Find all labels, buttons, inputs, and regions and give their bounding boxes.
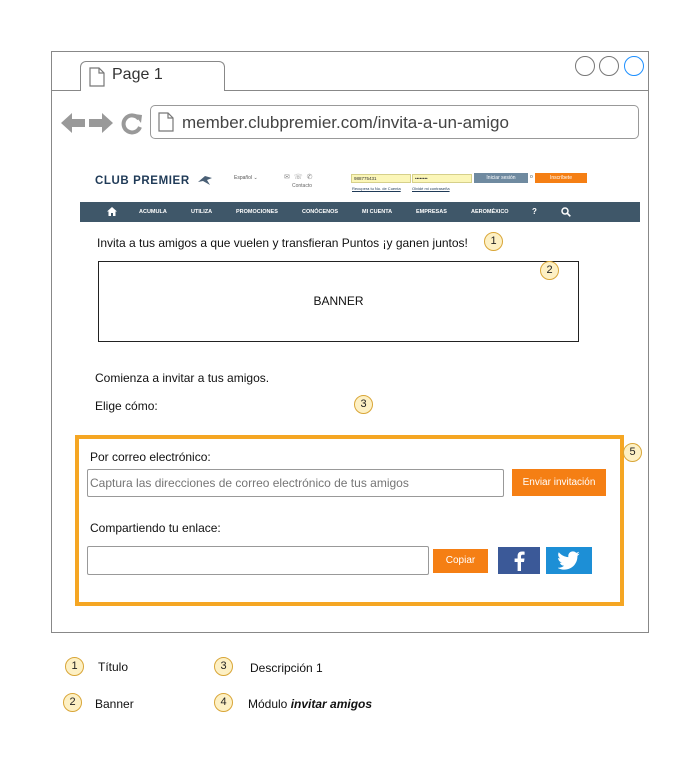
document-icon bbox=[89, 67, 105, 87]
nav-acumula[interactable]: ACUMULA bbox=[139, 202, 167, 222]
forward-arrow-icon[interactable] bbox=[88, 112, 114, 134]
legend-badge-1: 1 bbox=[65, 657, 84, 676]
main-navigation: ACUMULA UTILIZA PROMOCIONES CONÓCENOS MI… bbox=[80, 202, 640, 222]
legend-label-1: Título bbox=[98, 660, 129, 674]
nav-aeromexico[interactable]: AEROMÉXICO bbox=[471, 202, 509, 222]
banner-label: BANNER bbox=[313, 294, 364, 308]
friends-email-input[interactable] bbox=[87, 469, 504, 497]
url-text: member.clubpremier.com/invita-a-un-amigo bbox=[182, 113, 509, 132]
send-invitation-button[interactable]: Enviar invitación bbox=[512, 469, 606, 496]
annotation-badge-3: 3 bbox=[354, 395, 373, 414]
forgot-password-link[interactable]: Olvidé mi contraseña bbox=[412, 186, 450, 191]
login-button[interactable]: Iniciar sesión bbox=[474, 173, 528, 183]
document-icon bbox=[158, 112, 174, 132]
search-icon[interactable] bbox=[561, 207, 571, 217]
legend-label-2: Banner bbox=[95, 697, 134, 711]
nav-conocenos[interactable]: CONÓCENOS bbox=[302, 202, 338, 222]
club-premier-logo[interactable]: CLUB PREMIER bbox=[95, 175, 190, 187]
window-control-minimize[interactable] bbox=[575, 56, 595, 76]
legend-badge-3: 3 bbox=[214, 657, 233, 676]
reload-icon[interactable] bbox=[121, 113, 143, 135]
home-icon[interactable] bbox=[107, 207, 117, 216]
legend-label-3: Descripción 1 bbox=[250, 661, 323, 675]
copy-link-button[interactable]: Copiar bbox=[433, 549, 488, 573]
address-bar[interactable]: member.clubpremier.com/invita-a-un-amigo bbox=[150, 105, 639, 139]
contact-icons[interactable]: ✉☏✆ bbox=[284, 173, 316, 181]
page-title: Invita a tus amigos a que vuelen y trans… bbox=[97, 236, 468, 250]
language-selector[interactable]: Español ⌄ bbox=[234, 175, 258, 181]
tab-title: Page 1 bbox=[112, 66, 163, 83]
email-section-label: Por correo electrónico: bbox=[90, 450, 211, 464]
contact-link[interactable]: Contacto bbox=[292, 183, 312, 189]
browser-tab[interactable]: Page 1 bbox=[80, 61, 225, 91]
nav-promociones[interactable]: PROMOCIONES bbox=[236, 202, 278, 222]
back-arrow-icon[interactable] bbox=[60, 112, 86, 134]
annotation-badge-5: 5 bbox=[623, 443, 642, 462]
forgot-account-link[interactable]: Recupera tu No. de Cuenta bbox=[352, 186, 401, 191]
legend-badge-2: 2 bbox=[63, 693, 82, 712]
nav-utiliza[interactable]: UTILIZA bbox=[191, 202, 212, 222]
legend-badge-4: 4 bbox=[214, 693, 233, 712]
description-line-1: Comienza a invitar a tus amigos. bbox=[95, 371, 270, 385]
annotation-badge-1: 1 bbox=[484, 232, 503, 251]
account-number-field[interactable]: 988775431 bbox=[351, 174, 411, 183]
banner[interactable]: BANNER bbox=[98, 261, 579, 342]
share-link-label: Compartiendo tu enlace: bbox=[90, 521, 221, 535]
password-field[interactable]: •••••••• bbox=[412, 174, 472, 183]
nav-mi-cuenta[interactable]: MI CUENTA bbox=[362, 202, 392, 222]
twitter-share-button[interactable] bbox=[546, 547, 592, 574]
facebook-share-button[interactable] bbox=[498, 547, 540, 574]
help-link[interactable]: ? bbox=[532, 202, 537, 222]
legend-label-4: Módulo invitar amigos bbox=[248, 697, 373, 711]
logo-bird-icon bbox=[198, 176, 212, 185]
description-line-2: Elige cómo: bbox=[95, 399, 158, 413]
share-link-field[interactable] bbox=[87, 546, 429, 575]
annotation-badge-2: 2 bbox=[540, 261, 559, 280]
twitter-icon bbox=[558, 551, 580, 570]
signup-button[interactable]: Inscríbete bbox=[535, 173, 587, 183]
window-control-maximize[interactable] bbox=[599, 56, 619, 76]
window-control-close[interactable] bbox=[624, 56, 644, 76]
nav-empresas[interactable]: EMPRESAS bbox=[416, 202, 447, 222]
facebook-icon bbox=[514, 551, 525, 571]
or-label: o bbox=[530, 174, 533, 180]
